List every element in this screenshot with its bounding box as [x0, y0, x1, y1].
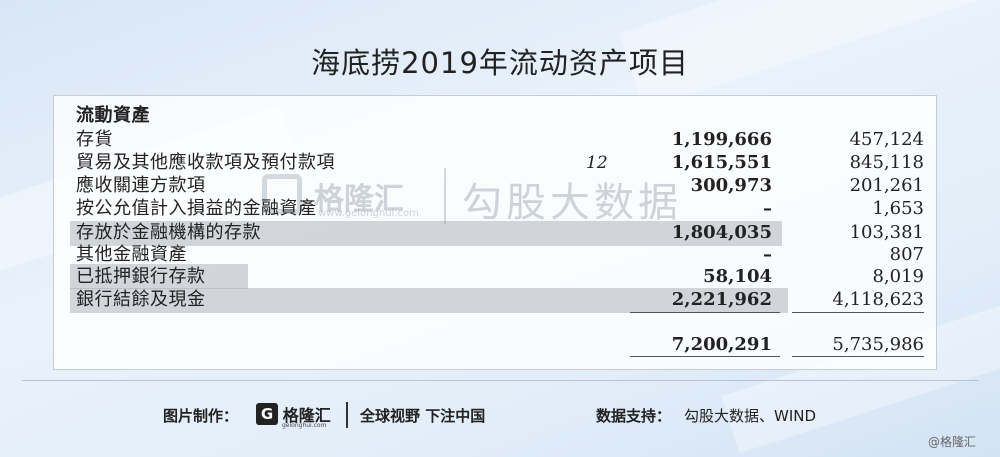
footer-separator	[346, 402, 348, 428]
gelonghui-logo-icon: G	[256, 403, 278, 425]
footer-divider	[22, 380, 978, 381]
footer-logo: G 格隆汇 gelonghui.com	[256, 402, 331, 429]
row-current: 300,973	[690, 175, 772, 196]
row-current: 1,615,551	[671, 152, 772, 173]
row-label: 銀行結餘及現金	[76, 289, 206, 310]
row-current: 2,221,962	[671, 289, 772, 310]
footer-made-by: 图片制作：	[163, 405, 238, 426]
footer-slogan: 全球视野 下注中国	[360, 407, 486, 425]
row-prior: 1,653	[872, 198, 924, 219]
row-prior: 4,118,623	[832, 289, 924, 310]
row-label: 其他金融資產	[76, 244, 187, 265]
row-current: 1,804,035	[671, 222, 772, 243]
row-label: 貿易及其他應收款項及預付款項	[76, 152, 335, 173]
made-by-label: 图片制作：	[163, 407, 239, 425]
section-header: 流動資產	[76, 105, 150, 126]
row-prior: 8,019	[872, 266, 924, 287]
total-rule-prior	[792, 356, 924, 357]
source-label: 数据支持：	[596, 407, 672, 425]
row-prior: 201,261	[849, 175, 924, 196]
watermark-divider	[444, 168, 446, 224]
source-text: 勾股大数据、WIND	[684, 407, 817, 425]
credit-text: @格隆汇	[928, 435, 977, 449]
page-title: 海底捞2019年流动资产项目	[311, 46, 689, 80]
row-note: 12	[586, 153, 608, 173]
row-current: 58,104	[703, 266, 772, 287]
subtotal-rule-current	[630, 312, 780, 313]
row-label: 按公允值計入損益的金融資產	[76, 198, 317, 219]
logo-sub: gelonghui.com	[282, 422, 327, 429]
row-label: 已抵押銀行存款	[76, 266, 206, 287]
total-current: 7,200,291	[671, 334, 772, 355]
total-rule-current	[630, 356, 780, 357]
watermark-site: www.gelonghui.com	[318, 208, 419, 219]
row-current: 1,199,666	[671, 129, 772, 150]
row-current: –	[763, 198, 772, 219]
subtotal-rule-prior	[792, 312, 924, 313]
row-prior: 103,381	[849, 222, 924, 243]
row-label: 存放於金融機構的存款	[76, 222, 261, 243]
total-prior: 5,735,986	[832, 334, 924, 355]
row-current: –	[763, 244, 772, 265]
row-prior: 457,124	[849, 129, 924, 150]
row-prior: 807	[889, 244, 924, 265]
row-label: 存貨	[76, 129, 113, 150]
row-prior: 845,118	[849, 152, 924, 173]
row-label: 應收關連方款項	[76, 175, 206, 196]
